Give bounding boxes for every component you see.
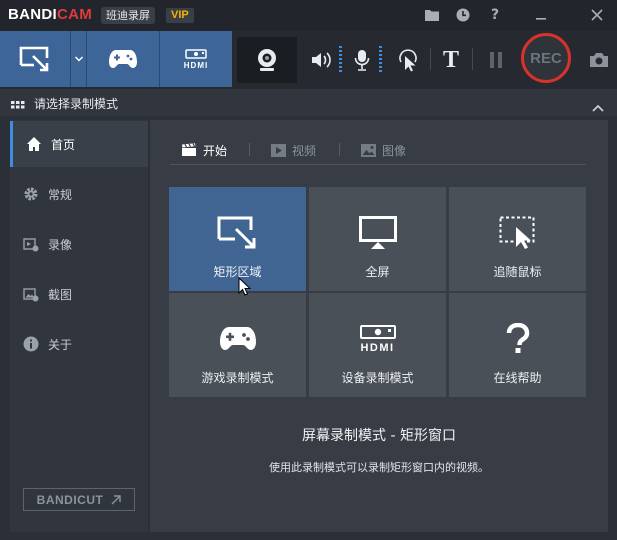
title-bar <box>0 0 617 31</box>
follow-mouse-icon <box>499 213 537 253</box>
clock-icon[interactable] <box>452 4 474 26</box>
speaker-level-meter <box>339 46 342 72</box>
sidebar-item-label: 截图 <box>48 287 73 302</box>
tab-start[interactable]: 开始 <box>181 140 227 160</box>
tile-label: 在线帮助 <box>493 371 542 385</box>
tile-follow-mouse[interactable]: 追随鼠标 <box>449 187 586 291</box>
external-link-icon <box>111 494 122 504</box>
sidebar-item-label: 关于 <box>48 337 73 352</box>
sidebar-item-label: 录像 <box>48 237 73 252</box>
clapperboard-icon <box>181 143 197 157</box>
pause-button[interactable] <box>484 44 508 76</box>
folder-icon[interactable] <box>421 4 443 26</box>
webcam-icon <box>258 49 276 71</box>
tile-fullscreen[interactable]: 全屏 <box>309 187 446 291</box>
device-icon <box>185 48 207 59</box>
pause-icon <box>490 52 502 68</box>
tile-online-help[interactable]: 在线帮助 <box>449 293 586 397</box>
video-settings-icon <box>22 235 40 253</box>
chevron-down-icon <box>74 56 83 62</box>
image-icon <box>361 143 376 157</box>
collapse-button[interactable] <box>592 97 604 116</box>
tab-separator <box>339 143 340 156</box>
gamepad-icon <box>109 50 137 68</box>
toolbar-divider <box>430 48 431 70</box>
sidebar-item-general[interactable]: 常规 <box>10 171 148 217</box>
tab-label: 视频 <box>292 143 317 158</box>
sidebar-item-home[interactable]: 首页 <box>10 121 148 167</box>
mode-description: 使用此录制模式可以录制矩形窗口内的视频。 <box>269 461 489 474</box>
microphone-button[interactable] <box>350 44 374 76</box>
brand-part2: CAM <box>57 6 93 23</box>
toolbar-divider <box>472 48 473 70</box>
mic-level-meter <box>379 46 382 72</box>
tile-label: 全屏 <box>365 265 390 279</box>
tile-rectangle-area[interactable]: 矩形区域 <box>169 187 306 291</box>
tab-label: 开始 <box>203 143 228 158</box>
hdmi-label: HDMI <box>360 341 395 354</box>
minimize-icon[interactable] <box>530 4 552 26</box>
speaker-button[interactable] <box>308 44 334 76</box>
question-icon <box>506 319 530 359</box>
text-overlay-button[interactable]: T <box>438 44 464 76</box>
monitor-icon <box>358 213 397 253</box>
grid-icon <box>11 97 25 116</box>
sidebar-item-about[interactable]: 关于 <box>10 321 148 367</box>
rectangle-area-icon <box>19 46 49 72</box>
rectangle-area-icon <box>216 213 260 253</box>
tile-label: 追随鼠标 <box>493 265 542 279</box>
vip-badge[interactable]: VIP <box>166 8 194 23</box>
mouse-cursor-icon <box>238 276 252 300</box>
cursor-click-icon <box>399 49 417 72</box>
hdmi-label: HDMI <box>183 60 209 70</box>
sidebar-item-screenshot[interactable]: 截图 <box>10 271 148 317</box>
sidebar-item-label: 首页 <box>51 137 76 152</box>
tile-game-mode[interactable]: 游戏录制模式 <box>169 293 306 397</box>
chevron-up-icon <box>592 104 604 112</box>
section-title: 请选择录制模式 <box>34 97 119 111</box>
mode-dropdown-button[interactable] <box>71 31 86 87</box>
close-icon[interactable] <box>586 4 608 26</box>
sidebar-item-video[interactable]: 录像 <box>10 221 148 267</box>
speaker-icon <box>312 52 331 68</box>
microphone-icon <box>354 50 370 71</box>
sidebar-item-label: 常规 <box>48 187 73 202</box>
rectangle-mode-button[interactable] <box>0 31 70 87</box>
game-mode-button[interactable] <box>87 31 159 87</box>
mouse-effect-button[interactable] <box>394 44 422 76</box>
help-icon[interactable]: ? <box>484 4 506 26</box>
home-icon <box>25 135 43 153</box>
bandicut-label: BANDICUT <box>36 492 104 507</box>
brand-cn-label: 班迪录屏 <box>101 7 155 24</box>
info-icon <box>22 335 40 353</box>
tile-label: 游戏录制模式 <box>201 371 274 385</box>
webcam-button[interactable] <box>237 37 297 83</box>
tab-image[interactable]: 图像 <box>361 140 406 160</box>
gamepad-icon <box>219 319 257 359</box>
app-logo: BANDICAM <box>8 6 92 23</box>
tile-label: 设备录制模式 <box>341 371 414 385</box>
hdmi-device-icon: HDMI <box>359 319 396 359</box>
gear-icon <box>22 185 40 203</box>
record-button[interactable]: REC <box>521 33 571 83</box>
mode-title: 屏幕录制模式 - 矩形窗口 <box>302 428 456 444</box>
image-settings-icon <box>22 285 40 303</box>
screenshot-button[interactable] <box>586 44 612 76</box>
tab-video[interactable]: 视频 <box>271 140 316 160</box>
tab-separator <box>249 143 250 156</box>
play-icon <box>271 143 286 157</box>
tab-underline <box>170 164 586 165</box>
camera-icon <box>590 53 608 67</box>
rec-label: REC <box>530 49 562 67</box>
device-mode-button[interactable]: HDMI <box>160 31 232 87</box>
bandicut-button[interactable]: BANDICUT <box>23 488 135 511</box>
brand-part1: BANDI <box>8 6 57 23</box>
tab-label: 图像 <box>382 143 407 158</box>
tile-device-mode[interactable]: HDMI 设备录制模式 <box>309 293 446 397</box>
